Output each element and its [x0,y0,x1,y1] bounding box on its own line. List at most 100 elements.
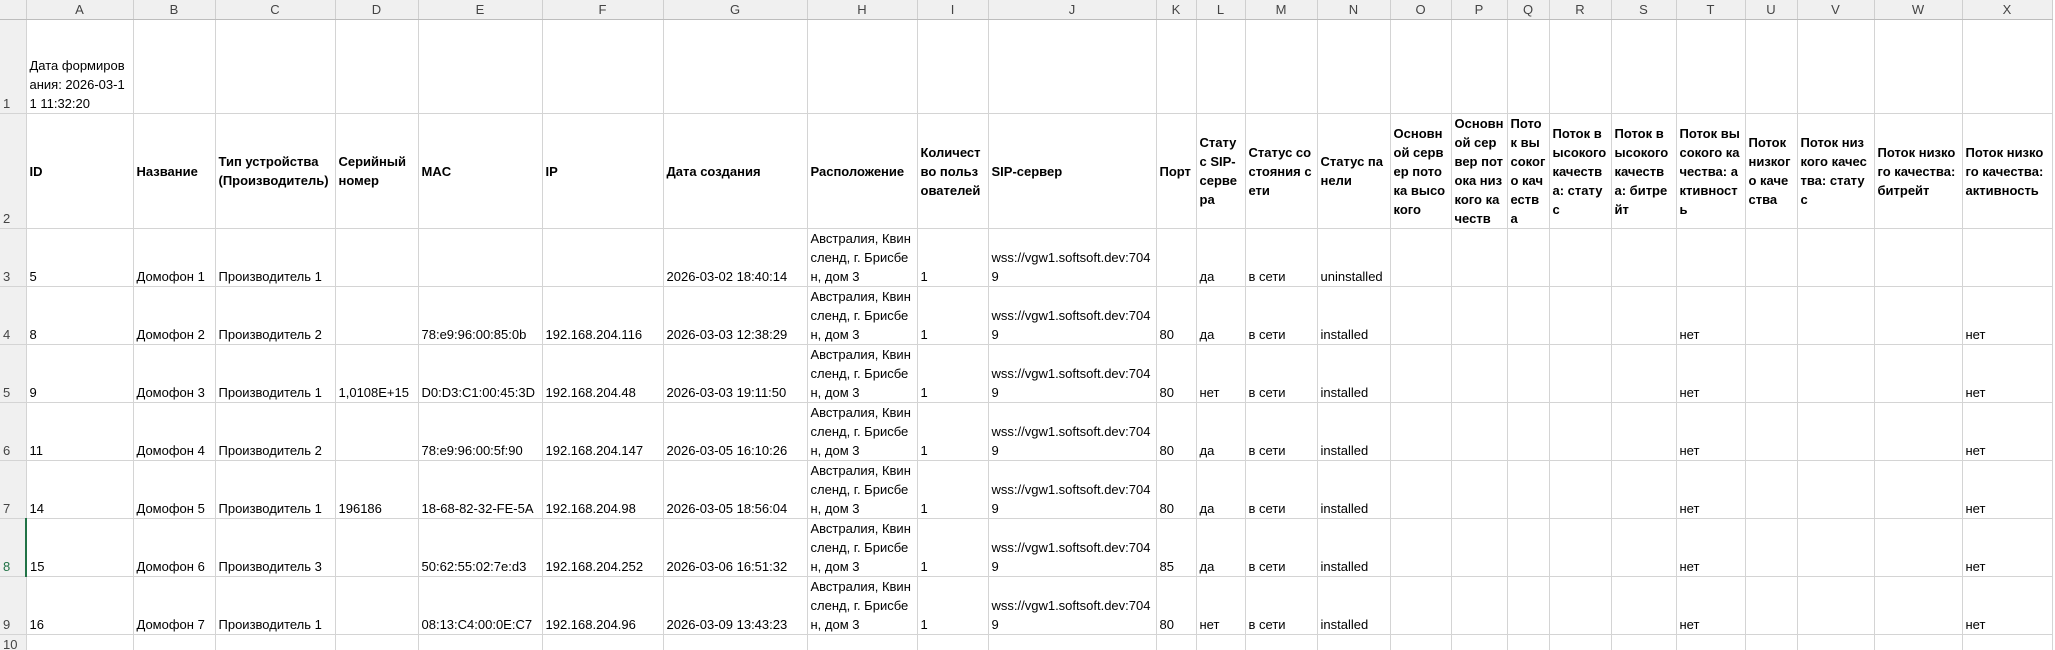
cell-t8[interactable]: нет [1676,518,1746,577]
column-header-v[interactable]: V [1797,0,1875,20]
cell-p6[interactable] [1451,402,1508,461]
cell-j8[interactable]: wss://vgw1.softsoft.dev:7049 [988,518,1157,577]
cell-h3[interactable]: Австралия, Квинсленд, г. Брисбен, дом 3 [807,228,918,287]
row-header-4[interactable]: 4 [0,286,27,345]
cell-g7[interactable]: 2026-03-05 18:56:04 [663,460,808,519]
cell-u9[interactable] [1745,576,1798,635]
header-cell-c[interactable]: Тип устройства (Производитель) [215,113,336,229]
cell-h6[interactable]: Австралия, Квинсленд, г. Брисбен, дом 3 [807,402,918,461]
cell-l5[interactable]: нет [1196,344,1246,403]
cell-o4[interactable] [1390,286,1452,345]
cell-n8[interactable]: installed [1317,518,1391,577]
cell-v5[interactable] [1797,344,1875,403]
cell-g9[interactable]: 2026-03-09 13:43:23 [663,576,808,635]
cell-w8[interactable] [1874,518,1963,577]
cell-a9[interactable]: 16 [26,576,134,635]
cell-l10[interactable] [1196,634,1246,650]
row-header-7[interactable]: 7 [0,460,27,519]
column-header-h[interactable]: H [807,0,918,20]
cell-b10[interactable] [133,634,216,650]
cell-d9[interactable] [335,576,419,635]
cell-a7[interactable]: 14 [26,460,134,519]
column-header-m[interactable]: M [1245,0,1318,20]
cell-s3[interactable] [1611,228,1677,287]
cell-p4[interactable] [1451,286,1508,345]
cell-i5[interactable]: 1 [917,344,989,403]
cell-w10[interactable] [1874,634,1963,650]
row-header-5[interactable]: 5 [0,344,27,403]
cell-q7[interactable] [1507,460,1550,519]
cell-o9[interactable] [1390,576,1452,635]
cell-e7[interactable]: 18-68-82-32-FE-5A [418,460,543,519]
cell-m4[interactable]: в сети [1245,286,1318,345]
cell-x10[interactable] [1962,634,2053,650]
cell-h4[interactable]: Австралия, Квинсленд, г. Брисбен, дом 3 [807,286,918,345]
cell-v6[interactable] [1797,402,1875,461]
cell-c10[interactable] [215,634,336,650]
cell-b7[interactable]: Домофон 5 [133,460,216,519]
cell-j7[interactable]: wss://vgw1.softsoft.dev:7049 [988,460,1157,519]
cell-i7[interactable]: 1 [917,460,989,519]
cell-d7[interactable]: 196186 [335,460,419,519]
cell-w1[interactable] [1874,19,1963,114]
cell-c5[interactable]: Производитель 1 [215,344,336,403]
cell-f7[interactable]: 192.168.204.98 [542,460,664,519]
cell-g6[interactable]: 2026-03-05 16:10:26 [663,402,808,461]
cell-t4[interactable]: нет [1676,286,1746,345]
cell-w5[interactable] [1874,344,1963,403]
cell-t6[interactable]: нет [1676,402,1746,461]
column-header-k[interactable]: K [1156,0,1197,20]
cell-x1[interactable] [1962,19,2053,114]
cell-n5[interactable]: installed [1317,344,1391,403]
cell-e10[interactable] [418,634,543,650]
row-header-8[interactable]: 8 [0,518,27,577]
row-header-10[interactable]: 10 [0,634,27,650]
cell-r10[interactable] [1549,634,1612,650]
cell-k3[interactable] [1156,228,1197,287]
cell-a4[interactable]: 8 [26,286,134,345]
cell-o1[interactable] [1390,19,1452,114]
cell-f5[interactable]: 192.168.204.48 [542,344,664,403]
cell-l7[interactable]: да [1196,460,1246,519]
cell-m10[interactable] [1245,634,1318,650]
row-header-1[interactable]: 1 [0,19,27,114]
cell-x3[interactable] [1962,228,2053,287]
cell-q4[interactable] [1507,286,1550,345]
cell-d1[interactable] [335,19,419,114]
column-header-d[interactable]: D [335,0,419,20]
cell-m1[interactable] [1245,19,1318,114]
cell-a5[interactable]: 9 [26,344,134,403]
cell-e3[interactable] [418,228,543,287]
cell-q3[interactable] [1507,228,1550,287]
cell-g1[interactable] [663,19,808,114]
cell-s1[interactable] [1611,19,1677,114]
cell-o7[interactable] [1390,460,1452,519]
cell-m6[interactable]: в сети [1245,402,1318,461]
cell-h9[interactable]: Австралия, Квинсленд, г. Брисбен, дом 3 [807,576,918,635]
cell-x5[interactable]: нет [1962,344,2053,403]
cell-n4[interactable]: installed [1317,286,1391,345]
cell-r4[interactable] [1549,286,1612,345]
cell-k5[interactable]: 80 [1156,344,1197,403]
row-header-2[interactable]: 2 [0,113,27,229]
header-cell-o[interactable]: Основной сервер потока высокого [1390,113,1452,229]
cell-i10[interactable] [917,634,989,650]
cell-p9[interactable] [1451,576,1508,635]
cell-p7[interactable] [1451,460,1508,519]
cell-c4[interactable]: Производитель 2 [215,286,336,345]
cell-s9[interactable] [1611,576,1677,635]
cell-p3[interactable] [1451,228,1508,287]
cell-r3[interactable] [1549,228,1612,287]
cell-h10[interactable] [807,634,918,650]
cell-k9[interactable]: 80 [1156,576,1197,635]
column-header-w[interactable]: W [1874,0,1963,20]
column-header-p[interactable]: P [1451,0,1508,20]
cell-c7[interactable]: Производитель 1 [215,460,336,519]
spreadsheet-grid[interactable]: A B C D E F G H I J K L M N O P Q R S T U V W X 1 Дата формирован… [0,0,2055,650]
cell-q1[interactable] [1507,19,1550,114]
cell-t9[interactable]: нет [1676,576,1746,635]
cell-b5[interactable]: Домофон 3 [133,344,216,403]
cell-q8[interactable] [1507,518,1550,577]
cell-s8[interactable] [1611,518,1677,577]
header-cell-j[interactable]: SIP-сервер [988,113,1157,229]
